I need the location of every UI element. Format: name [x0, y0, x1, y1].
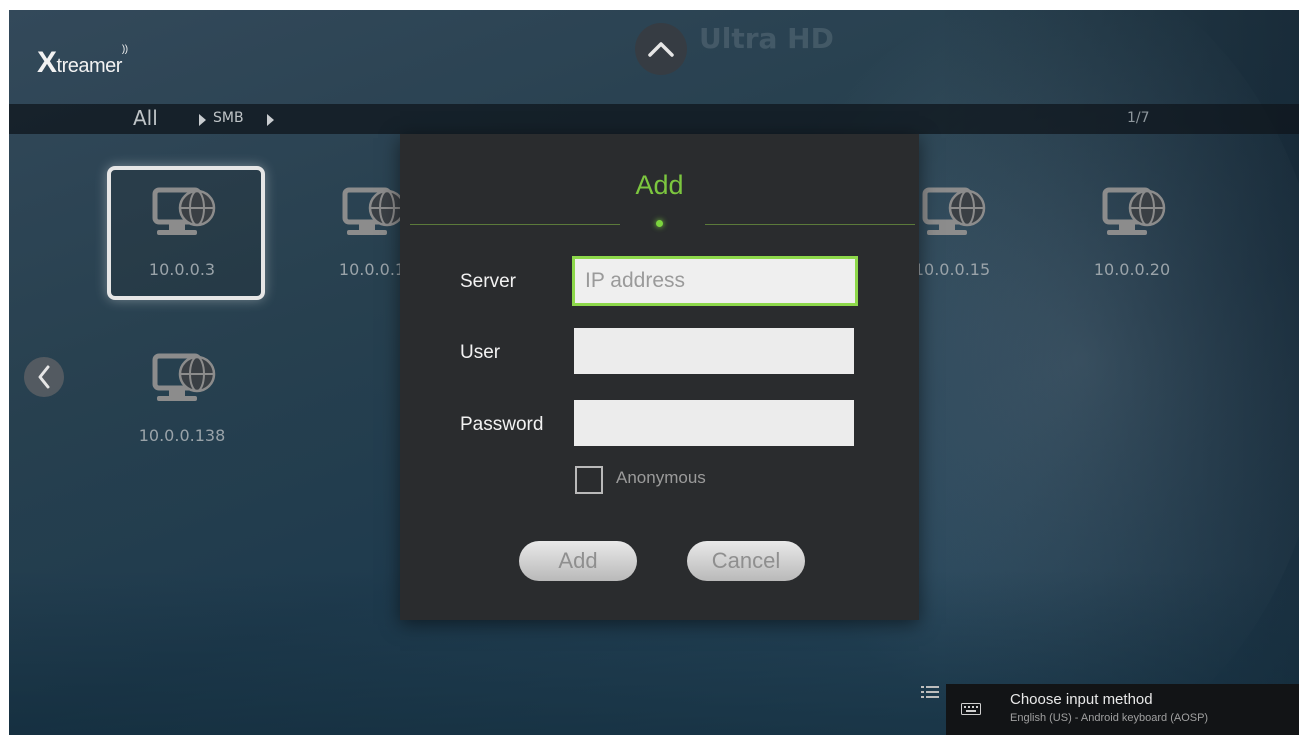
- cancel-button[interactable]: Cancel: [687, 541, 805, 581]
- top-bar: Xtreamer)) Ultra HD: [9, 10, 1299, 102]
- media-browser-screen: Xtreamer)) Ultra HD All SMB 1/7 10.0.0.3: [9, 10, 1299, 735]
- xtreamer-logo: Xtreamer)): [37, 44, 128, 80]
- title-divider: [705, 224, 915, 225]
- password-field-label: Password: [460, 414, 544, 435]
- user-input[interactable]: [574, 328, 854, 374]
- add-server-dialog: Add Server User Password Anonymous Add C…: [400, 134, 919, 620]
- anonymous-checkbox[interactable]: [575, 466, 603, 494]
- ime-title: Choose input method: [1010, 691, 1153, 708]
- add-button[interactable]: Add: [519, 541, 637, 581]
- previous-page-button[interactable]: [24, 357, 64, 397]
- network-computer-icon: [152, 187, 216, 235]
- network-computer-icon: [152, 353, 216, 401]
- breadcrumb-smb[interactable]: SMB: [213, 110, 244, 126]
- keyboard-icon: [961, 703, 981, 715]
- title-divider: [410, 224, 620, 225]
- server-label: 10.0.0.20: [1093, 260, 1171, 279]
- server-label: 10.0.0.138: [138, 426, 226, 445]
- title-divider-dot: [656, 220, 663, 227]
- wifi-icon: )): [121, 44, 128, 55]
- chevron-up-icon: [648, 42, 674, 57]
- scroll-up-button[interactable]: [635, 23, 687, 75]
- password-input[interactable]: [574, 400, 854, 446]
- breadcrumb-root[interactable]: All: [133, 106, 158, 130]
- anonymous-label: Anonymous: [616, 468, 706, 487]
- background-poster-text: Ultra HD: [699, 22, 834, 55]
- dialog-title: Add: [635, 170, 684, 200]
- breadcrumb-arrow-icon: [199, 114, 206, 126]
- server-ip-input[interactable]: [572, 256, 858, 306]
- logo-text: treamer: [56, 55, 123, 77]
- network-computer-icon: [922, 187, 986, 235]
- server-label: 10.0.0.3: [148, 260, 216, 279]
- breadcrumb-arrow-icon: [267, 114, 274, 126]
- server-tile[interactable]: 10.0.0.3: [107, 168, 257, 288]
- network-computer-icon: [1102, 187, 1166, 235]
- server-tile[interactable]: 10.0.0.20: [1057, 168, 1207, 288]
- server-field-label: Server: [460, 271, 516, 292]
- ime-subtitle: English (US) - Android keyboard (AOSP): [1010, 712, 1209, 724]
- list-menu-icon[interactable]: [921, 685, 939, 699]
- server-tile[interactable]: 10.0.0.138: [107, 334, 257, 454]
- page-indicator: 1/7: [1127, 110, 1150, 126]
- chevron-left-icon: [38, 365, 50, 389]
- breadcrumb: All SMB 1/7: [9, 104, 1299, 134]
- user-field-label: User: [460, 342, 501, 363]
- logo-x: X: [37, 46, 57, 79]
- input-method-notification[interactable]: Choose input method English (US) - Andro…: [946, 684, 1299, 735]
